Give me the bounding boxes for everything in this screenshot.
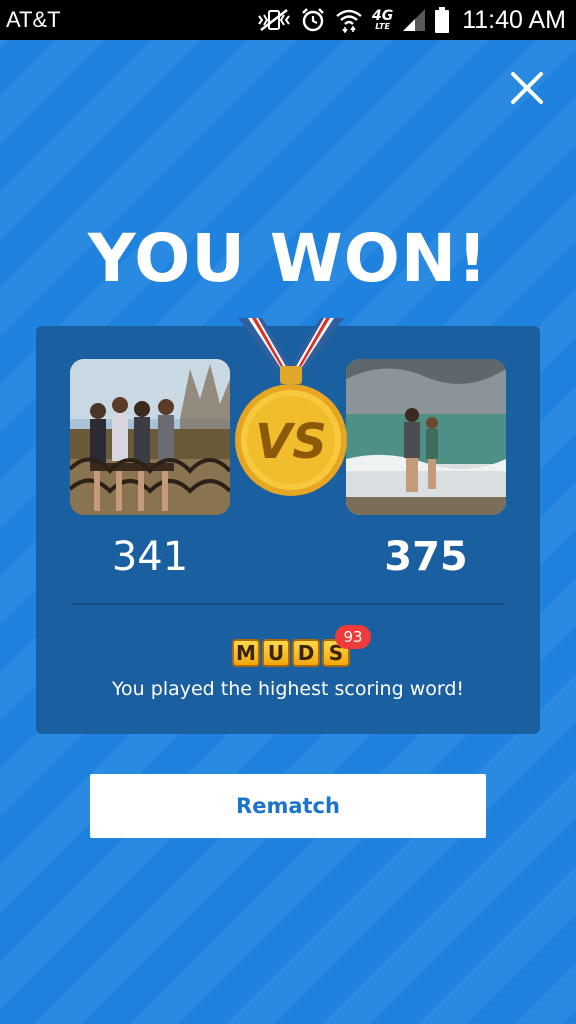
- player-score: 341: [111, 534, 189, 580]
- vs-medal: VS: [234, 318, 348, 500]
- medal-icon: VS: [235, 318, 347, 496]
- clock: 11:40 AM: [462, 5, 566, 34]
- vs-label: VS: [255, 414, 327, 470]
- divider: [72, 603, 504, 605]
- status-icons: 4G LTE 11:40 AM: [257, 6, 566, 35]
- highlight-text: You played the highest scoring word!: [111, 678, 465, 700]
- close-icon: [511, 72, 543, 104]
- battery-icon: [435, 7, 450, 33]
- carrier-name: AT&T: [6, 7, 61, 32]
- status-bar: AT&T 4G LTE 11:40 AM: [0, 0, 576, 40]
- network-4g-lte-icon: 4G LTE: [372, 9, 393, 31]
- opponent-score: 375: [384, 534, 468, 580]
- network-badge: 4G: [371, 8, 394, 24]
- vibrate-off-icon: [257, 8, 291, 32]
- opponent-avatar: [346, 359, 506, 515]
- signal-icon: [402, 8, 426, 32]
- rematch-label: Rematch: [236, 794, 340, 818]
- alarm-icon: [300, 7, 326, 33]
- player-avatar: [70, 359, 230, 515]
- word-score-badge: 93: [335, 625, 371, 649]
- network-badge-sub: LTE: [375, 22, 390, 31]
- word-tile: M: [232, 639, 260, 667]
- result-headline: YOU WON!: [87, 220, 489, 297]
- close-button[interactable]: [505, 66, 549, 110]
- rematch-button[interactable]: Rematch: [90, 774, 486, 838]
- word-tile: D: [292, 639, 320, 667]
- wifi-icon: [335, 7, 363, 33]
- word-tile: U: [262, 639, 290, 667]
- highest-word: M U D S: [232, 639, 350, 667]
